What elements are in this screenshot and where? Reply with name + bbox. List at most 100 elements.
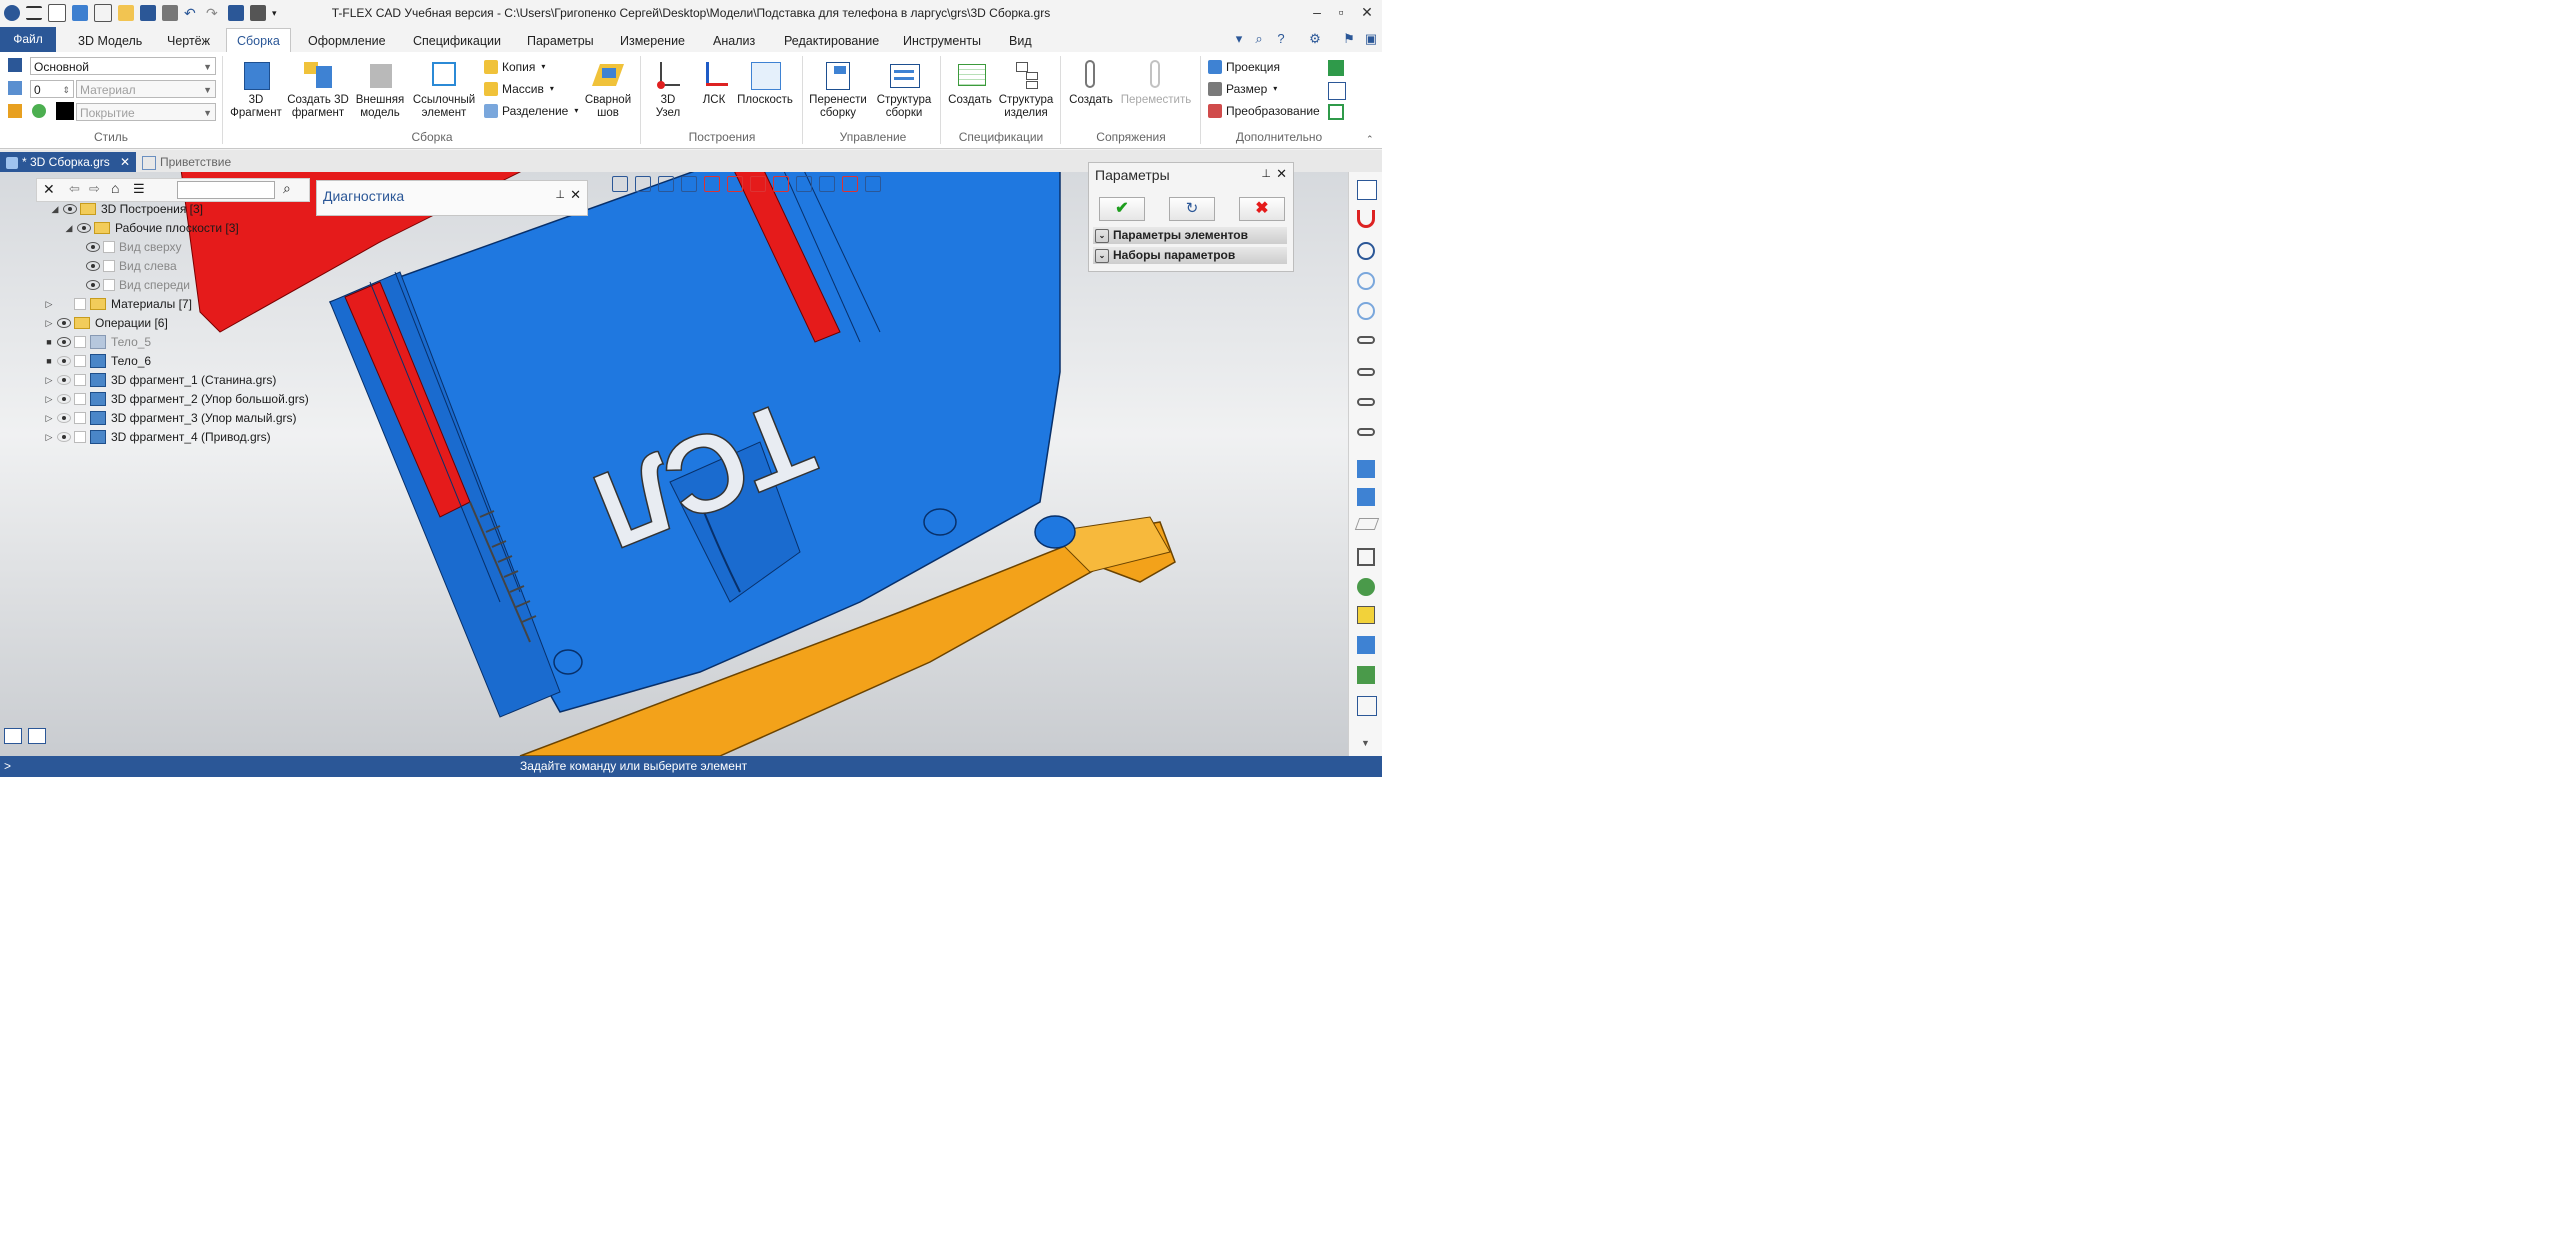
tab-drawing[interactable]: Чертёж — [157, 30, 220, 52]
zoom-window-icon[interactable] — [1357, 272, 1375, 290]
checkbox[interactable] — [74, 412, 86, 424]
reference-element-button[interactable]: Ссылочный элемент — [410, 58, 478, 120]
pin-icon[interactable]: ⊥ — [555, 188, 565, 201]
window-fit-icon[interactable] — [1357, 180, 1377, 200]
tree-item-3d-constructions[interactable]: ◢ 3D Построения [3] — [50, 200, 203, 218]
color-swatch[interactable] — [56, 102, 74, 120]
tree-item-body-6[interactable]: ■ Тело_6 — [44, 352, 151, 370]
close-icon[interactable]: ✕ — [1276, 166, 1287, 182]
tab-editing[interactable]: Редактирование — [774, 30, 889, 52]
face-filter-icon[interactable] — [704, 176, 720, 192]
extra-tool-1-icon[interactable] — [1328, 60, 1344, 76]
split-view-icon[interactable] — [4, 728, 22, 744]
expand-icon[interactable]: ▷ — [44, 409, 54, 427]
paint-icon[interactable] — [8, 104, 22, 118]
tree-item-fragment-1[interactable]: ▷ 3D фрагмент_1 (Станина.grs) — [44, 371, 276, 389]
mate-create-button[interactable]: Создать — [1064, 58, 1118, 107]
operation-filter-icon[interactable] — [773, 176, 789, 192]
eye-icon[interactable] — [57, 318, 71, 328]
transform-button[interactable]: Преобразование — [1208, 102, 1320, 120]
tab-design[interactable]: Оформление — [298, 30, 396, 52]
list-view-icon[interactable]: ☰ — [133, 181, 145, 197]
plane-button[interactable]: Плоскость — [734, 58, 796, 107]
weld-seam-button[interactable]: Сварной шов — [580, 58, 636, 120]
tab-3d-model[interactable]: 3D Модель — [68, 30, 152, 52]
tree-item-fragment-4[interactable]: ▷ 3D фрагмент_4 (Привод.grs) — [44, 428, 271, 446]
close-tab-icon[interactable]: ✕ — [120, 152, 130, 172]
create-3d-fragment-button[interactable]: Создать 3D фрагмент — [286, 58, 350, 120]
apply-button[interactable]: ↻ — [1169, 197, 1215, 221]
3d-fragment-button[interactable]: 3D Фрагмент — [226, 58, 286, 120]
collapse-icon[interactable]: ◢ — [50, 200, 60, 218]
home-icon[interactable]: ⌂ — [111, 180, 119, 196]
coating-select[interactable]: Покрытие ▼ — [76, 103, 216, 121]
tab-3d-assembly-document[interactable]: * 3D Сборка.grs ✕ — [0, 152, 136, 172]
tree-item-front-view[interactable]: Вид спереди — [86, 276, 190, 294]
product-structure-button[interactable]: Структура изделия — [996, 58, 1056, 120]
projection-button[interactable]: Проекция — [1208, 58, 1280, 76]
tree-item-top-view[interactable]: Вид сверху — [86, 238, 182, 256]
spec-create-button[interactable]: Создать — [944, 58, 996, 107]
glasses-icon[interactable] — [1357, 398, 1375, 406]
tab-analysis[interactable]: Анализ — [703, 30, 765, 52]
lcs-button[interactable]: ЛСК — [694, 58, 734, 107]
eye-icon[interactable] — [57, 394, 71, 404]
sketch-filter-icon[interactable] — [819, 176, 835, 192]
cancel-button[interactable]: ✖ — [1239, 197, 1285, 221]
eye-icon[interactable] — [57, 337, 71, 347]
move-assembly-button[interactable]: Перенести сборку — [806, 58, 870, 120]
horizontal-split-icon[interactable] — [28, 728, 46, 744]
split-button[interactable]: Разделение ▾ — [484, 102, 578, 120]
checkbox[interactable] — [74, 431, 86, 443]
flag-icon[interactable]: ⚑ — [1340, 30, 1358, 48]
scroll-down-icon[interactable]: ▼ — [1361, 738, 1370, 748]
expand-icon[interactable]: ⌄ — [1095, 248, 1109, 263]
tab-welcome[interactable]: Приветствие — [138, 152, 231, 172]
select-frame-icon[interactable] — [612, 176, 628, 192]
tree-item-fragment-2[interactable]: ▷ 3D фрагмент_2 (Упор большой.grs) — [44, 390, 309, 408]
3d-node-button[interactable]: 3D Узел — [644, 58, 692, 120]
axis-select-icon[interactable] — [658, 176, 674, 192]
copy-button[interactable]: Копия ▾ — [484, 58, 545, 76]
priority-spinner[interactable]: 0 ⇕ — [30, 80, 74, 98]
back-icon[interactable]: ⇦ — [69, 181, 80, 197]
eye-icon[interactable] — [57, 432, 71, 442]
help-icon[interactable]: ? — [1272, 30, 1290, 48]
extra-tool-2-icon[interactable] — [1328, 82, 1346, 100]
tree-item-operations[interactable]: ▷ Операции [6] — [44, 314, 168, 332]
material-view-icon[interactable] — [1357, 666, 1375, 684]
render-mode-icon[interactable] — [1357, 578, 1375, 596]
close-button[interactable]: ✕ — [1356, 3, 1378, 21]
search-icon[interactable]: ⌕ — [1250, 30, 1268, 48]
assembly-structure-button[interactable]: Структура сборки — [872, 58, 936, 120]
window-layout-icon[interactable]: ▣ — [1362, 30, 1380, 48]
tree-item-fragment-3[interactable]: ▷ 3D фрагмент_3 (Упор малый.grs) — [44, 409, 297, 427]
settings-gear-icon[interactable]: ⚙ — [1306, 30, 1324, 48]
fragment-filter-icon[interactable] — [796, 176, 812, 192]
material-select[interactable]: Материал ▼ — [76, 80, 216, 98]
external-model-button[interactable]: Внешняя модель — [350, 58, 410, 120]
dimension-button[interactable]: Размер ▾ — [1208, 80, 1277, 98]
section-element-parameters[interactable]: ⌄ Параметры элементов — [1093, 227, 1287, 244]
checkbox[interactable] — [74, 374, 86, 386]
ribbon-options-icon[interactable]: ▾ — [1230, 30, 1248, 48]
expand-icon[interactable]: ⌄ — [1095, 228, 1109, 243]
tree-item-body-5[interactable]: ■ Тело_5 — [44, 333, 151, 351]
ok-button[interactable]: ✔ — [1099, 197, 1145, 221]
tree-item-work-planes[interactable]: ◢ Рабочие плоскости [3] — [64, 219, 239, 237]
close-tree-icon[interactable]: ✕ — [43, 181, 55, 198]
light-icon[interactable] — [1357, 636, 1375, 654]
checkbox[interactable] — [74, 355, 86, 367]
expand-icon[interactable]: ▷ — [44, 390, 54, 408]
glasses-icon[interactable] — [1357, 368, 1375, 376]
view-filter-icon[interactable] — [865, 176, 881, 192]
palette-icon[interactable] — [32, 104, 46, 118]
view-cube-icon[interactable] — [1357, 548, 1375, 566]
close-icon[interactable]: ✕ — [570, 187, 581, 203]
tab-assembly[interactable]: Сборка — [226, 28, 291, 54]
glasses-icon[interactable] — [1357, 428, 1375, 436]
collapse-icon[interactable]: ◢ — [64, 219, 74, 237]
eye-icon[interactable] — [63, 204, 77, 214]
shading-icon[interactable] — [1357, 606, 1375, 624]
command-prompt[interactable]: > — [4, 756, 11, 777]
